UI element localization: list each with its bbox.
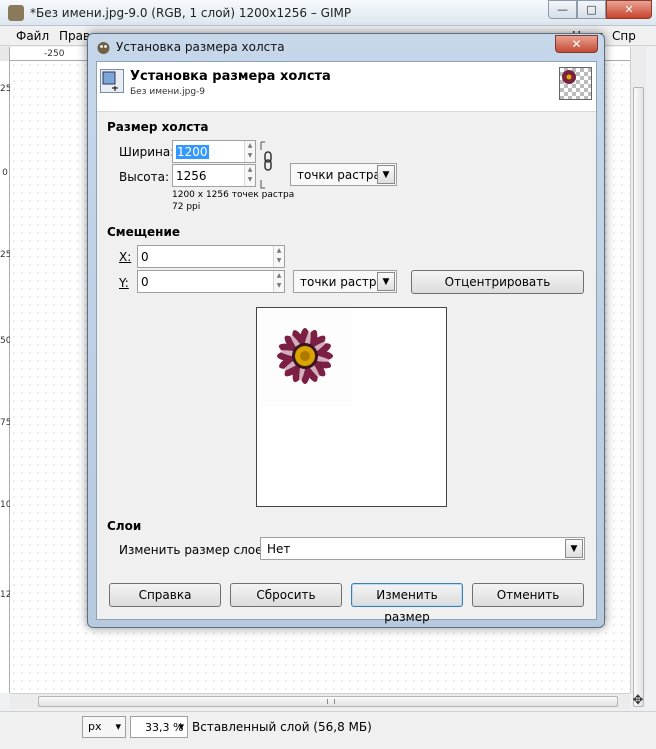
size-info: 1200 x 1256 точек растра [172, 190, 295, 200]
resize-layers-select[interactable]: Нет ▼ [260, 537, 585, 560]
reset-button[interactable]: Сбросить [230, 583, 342, 607]
chevron-down-icon[interactable]: ▼ [565, 539, 583, 558]
ruler-corner[interactable] [0, 47, 10, 61]
ruler-left-label: 1250 [0, 591, 23, 600]
size-unit-value: точки растра [297, 168, 381, 182]
dialog-title: Установка размера холста [116, 40, 285, 54]
dialog-body: Установка размера холста Без имени.jpg-9… [96, 61, 597, 624]
menu-edit[interactable]: Прав [59, 29, 90, 43]
height-field[interactable]: 1256 ▲ ▼ [172, 164, 256, 187]
ruler-left-label: 750 [0, 418, 18, 428]
resize-layers-value: Нет [267, 542, 291, 556]
width-value: 1200 [176, 145, 209, 159]
offset-x-field[interactable]: 0 ▲ ▼ [137, 245, 285, 268]
maximize-button[interactable]: □ [577, 0, 606, 19]
width-label: Ширина: [119, 145, 175, 159]
horizontal-scroll-thumb[interactable] [38, 696, 618, 707]
offset-y-value: 0 [141, 275, 149, 289]
gimp-app-icon [8, 5, 24, 21]
cancel-button[interactable]: Отменить [472, 583, 584, 607]
image-thumbnail [559, 67, 592, 100]
canvas-preview[interactable] [256, 307, 447, 507]
ruler-left-label: 250 [0, 84, 18, 94]
image-preview[interactable] [259, 310, 352, 407]
gimp-dialog-icon [97, 42, 110, 54]
ruler-left-label: 250 [0, 250, 18, 260]
height-spin-arrows[interactable]: ▲ ▼ [244, 165, 255, 186]
menu-file[interactable]: Файл [16, 29, 49, 43]
header-subtitle: Без имени.jpg-9 [130, 87, 206, 97]
menu-help[interactable]: Спр [612, 29, 636, 43]
ruler-left-label: 0 [2, 168, 8, 178]
status-message: Вставленный слой (56,8 МБ) [192, 720, 372, 734]
canvas-size-icon [100, 69, 124, 93]
section-offset: Смещение [107, 225, 180, 239]
height-label: Высота: [119, 170, 170, 184]
ruler-left-label: 1000 [0, 501, 23, 510]
offset-y-spin-arrows[interactable]: ▲ ▼ [273, 271, 284, 292]
canvas-size-dialog: Установка размера холста ✕ Установка раз… [87, 33, 605, 628]
vertical-scrollbar[interactable] [630, 47, 646, 707]
unit-select[interactable]: px [82, 716, 126, 738]
ruler-tick-label: -250 [44, 49, 65, 59]
minimize-button[interactable]: — [548, 0, 577, 19]
chevron-down-icon[interactable]: ▼ [377, 272, 395, 291]
zoom-select[interactable]: 33,3 % [130, 716, 188, 738]
chain-link-icon[interactable] [258, 140, 276, 190]
x-label: X: [119, 250, 132, 264]
height-value: 1256 [176, 169, 207, 183]
offset-unit-select[interactable]: точки растра ▼ [293, 270, 397, 293]
statusbar: px 33,3 % Вставленный слой (56,8 МБ) [0, 711, 656, 749]
offset-x-value: 0 [141, 250, 149, 264]
offset-y-field[interactable]: 0 ▲ ▼ [137, 270, 285, 293]
ruler-left-label: 500 [0, 336, 18, 346]
gimp-titlebar: *Без имени.jpg-9.0 (RGB, 1 слой) 1200x12… [0, 0, 656, 26]
width-field[interactable]: 1200 ▲ ▼ [172, 140, 256, 163]
resize-button[interactable]: Изменить размер [351, 583, 463, 624]
horizontal-scrollbar[interactable] [10, 693, 630, 709]
section-canvas-size: Размер холста [107, 120, 209, 134]
section-layers: Слои [107, 519, 142, 533]
y-label: Y: [119, 276, 129, 290]
help-button[interactable]: Справка [109, 583, 221, 607]
vertical-ruler: 250 0 250 500 750 1000 1250 [0, 61, 23, 693]
header-title: Установка размера холста [130, 69, 331, 84]
window-title: *Без имени.jpg-9.0 (RGB, 1 слой) 1200x12… [30, 6, 352, 20]
center-button[interactable]: Отцентрировать [411, 270, 584, 294]
dialog-close-button[interactable]: ✕ [555, 35, 598, 53]
size-unit-select[interactable]: точки растра ▼ [290, 163, 397, 186]
close-button[interactable]: ✕ [606, 0, 652, 19]
width-spin-arrows[interactable]: ▲ ▼ [244, 141, 255, 162]
offset-unit-value: точки растра [300, 275, 384, 289]
resize-layers-label: Изменить размер слоев: [119, 543, 274, 557]
vertical-scroll-thumb[interactable] [633, 87, 644, 707]
chevron-down-icon[interactable]: ▼ [377, 165, 395, 184]
ppi-info: 72 ppi [172, 202, 201, 212]
offset-x-spin-arrows[interactable]: ▲ ▼ [273, 246, 284, 267]
dialog-header: Установка размера холста Без имени.jpg-9 [97, 62, 596, 112]
navigate-icon[interactable]: ✥ [630, 693, 646, 709]
